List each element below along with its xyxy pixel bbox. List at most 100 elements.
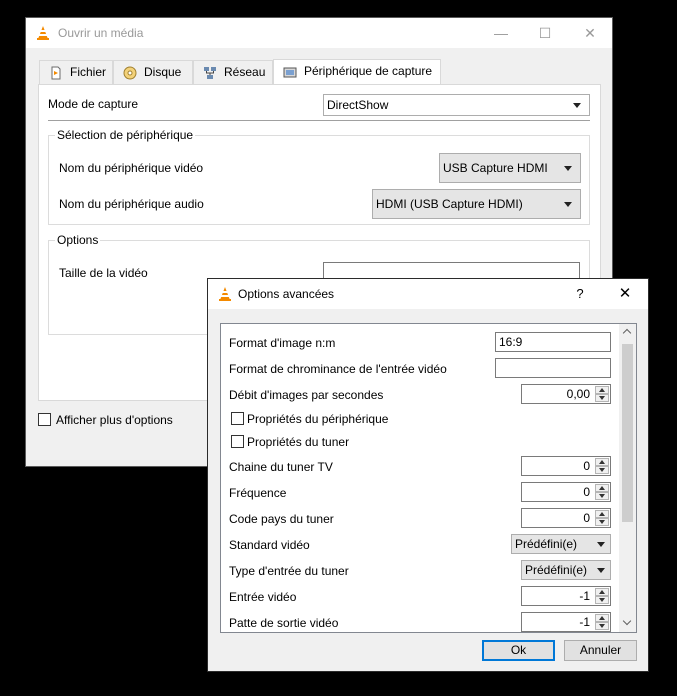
- tab-reseau[interactable]: Réseau: [193, 60, 273, 84]
- spin-down-icon[interactable]: [595, 596, 609, 604]
- capture-mode-label: Mode de capture: [48, 97, 139, 111]
- tab-label: Réseau: [224, 65, 266, 79]
- country-code-spinbox[interactable]: 0: [521, 508, 611, 528]
- spin-down-icon[interactable]: [595, 622, 609, 630]
- video-size-label: Taille de la vidéo: [59, 266, 148, 280]
- audio-device-value: HDMI (USB Capture HDMI): [376, 197, 523, 211]
- chevron-down-icon: [597, 542, 605, 547]
- spin-buttons[interactable]: [595, 510, 609, 526]
- frequency-label: Fréquence: [229, 486, 287, 500]
- chevron-down-icon: [597, 568, 605, 573]
- spin-buttons[interactable]: [595, 386, 609, 402]
- scroll-down-icon[interactable]: [619, 615, 636, 632]
- maximize-button[interactable]: ☐: [530, 22, 560, 44]
- spin-buttons[interactable]: [595, 588, 609, 604]
- tuner-input-type-label: Type d'entrée du tuner: [229, 564, 349, 578]
- vlc-cone-icon: [35, 25, 51, 44]
- chroma-input[interactable]: [495, 358, 611, 378]
- vertical-scrollbar[interactable]: [619, 324, 636, 632]
- spin-down-icon[interactable]: [595, 394, 609, 402]
- video-output-pin-spinbox[interactable]: -1: [521, 612, 611, 632]
- tuner-input-type-select[interactable]: Prédéfini(e): [521, 560, 611, 580]
- help-button[interactable]: ?: [565, 283, 595, 305]
- scroll-up-icon[interactable]: [619, 324, 636, 341]
- audio-device-select[interactable]: HDMI (USB Capture HDMI): [372, 189, 581, 219]
- vlc-cone-icon: [217, 286, 233, 305]
- chroma-label: Format de chrominance de l'entrée vidéo: [229, 362, 447, 376]
- fps-label: Débit d'images par secondes: [229, 388, 384, 402]
- main-window-title: Ouvrir un média: [58, 26, 144, 40]
- show-more-options-checkbox[interactable]: [38, 413, 51, 426]
- tab-label: Disque: [144, 65, 182, 79]
- cancel-button[interactable]: Annuler: [564, 640, 637, 661]
- fps-spinbox[interactable]: 0,00: [521, 384, 611, 404]
- country-code-value: 0: [583, 511, 590, 525]
- spin-up-icon[interactable]: [595, 484, 609, 492]
- video-input-value: -1: [579, 589, 590, 603]
- capture-device-icon: [283, 64, 297, 78]
- spin-up-icon[interactable]: [595, 614, 609, 622]
- spin-down-icon[interactable]: [595, 466, 609, 474]
- aspect-ratio-input[interactable]: 16:9: [495, 332, 611, 352]
- tuner-properties-checkbox[interactable]: [231, 435, 244, 448]
- main-titlebar: Ouvrir un média — ☐ ✕: [26, 18, 612, 48]
- capture-mode-value: DirectShow: [327, 98, 389, 112]
- advanced-options-panel: Format d'image n:m 16:9 Format de chromi…: [220, 323, 637, 633]
- device-selection-title: Sélection de périphérique: [55, 128, 196, 142]
- tab-disque[interactable]: Disque: [113, 60, 193, 84]
- tuner-properties-label: Propriétés du tuner: [247, 435, 350, 449]
- video-standard-value: Prédéfini(e): [515, 537, 578, 551]
- ok-button[interactable]: Ok: [482, 640, 555, 661]
- close-button[interactable]: ✕: [610, 283, 640, 305]
- video-input-label: Entrée vidéo: [229, 590, 297, 604]
- minimize-button[interactable]: —: [486, 22, 516, 44]
- video-input-spinbox[interactable]: -1: [521, 586, 611, 606]
- device-properties-checkbox[interactable]: [231, 412, 244, 425]
- spin-buttons[interactable]: [595, 458, 609, 474]
- frequency-value: 0: [583, 485, 590, 499]
- video-output-pin-label: Patte de sortie vidéo: [229, 616, 339, 630]
- video-device-value: USB Capture HDMI: [443, 161, 548, 175]
- advanced-options-dialog: Options avancées ? ✕ Format d'image n:m …: [207, 278, 649, 672]
- spin-buttons[interactable]: [595, 614, 609, 630]
- tab-label: Fichier: [70, 65, 107, 79]
- video-output-pin-value: -1: [579, 615, 590, 629]
- show-more-options-label: Afficher plus d'options: [56, 413, 173, 427]
- tab-label: Périphérique de capture: [304, 64, 433, 78]
- video-device-label: Nom du périphérique vidéo: [59, 161, 204, 175]
- tuner-input-type-value: Prédéfini(e): [525, 563, 588, 577]
- country-code-label: Code pays du tuner: [229, 512, 334, 526]
- disc-icon: [123, 65, 137, 80]
- spin-up-icon[interactable]: [595, 386, 609, 394]
- chevron-down-icon: [573, 103, 581, 108]
- device-selection-group: Sélection de périphérique Nom du périphé…: [48, 128, 590, 225]
- video-standard-select[interactable]: Prédéfini(e): [511, 534, 611, 554]
- tab-peripherique-capture[interactable]: Périphérique de capture: [273, 59, 441, 85]
- video-device-select[interactable]: USB Capture HDMI: [439, 153, 581, 183]
- spin-up-icon[interactable]: [595, 458, 609, 466]
- tv-channel-spinbox[interactable]: 0: [521, 456, 611, 476]
- divider: [48, 120, 590, 121]
- tab-fichier[interactable]: Fichier: [39, 60, 113, 84]
- scroll-thumb[interactable]: [622, 344, 633, 522]
- audio-device-label: Nom du périphérique audio: [59, 197, 204, 211]
- spin-down-icon[interactable]: [595, 492, 609, 500]
- frequency-spinbox[interactable]: 0: [521, 482, 611, 502]
- spin-up-icon[interactable]: [595, 588, 609, 596]
- capture-mode-select[interactable]: DirectShow: [323, 94, 590, 116]
- network-icon: [203, 65, 217, 79]
- tv-channel-value: 0: [583, 459, 590, 473]
- device-properties-label: Propriétés du périphérique: [247, 412, 389, 426]
- options-title: Options: [55, 233, 101, 247]
- spin-down-icon[interactable]: [595, 518, 609, 526]
- aspect-ratio-label: Format d'image n:m: [229, 336, 336, 350]
- spin-buttons[interactable]: [595, 484, 609, 500]
- video-standard-label: Standard vidéo: [229, 538, 310, 552]
- close-button[interactable]: ✕: [575, 22, 605, 44]
- advanced-dialog-title: Options avancées: [238, 287, 335, 301]
- file-icon: [49, 65, 63, 80]
- advanced-titlebar: Options avancées ? ✕: [208, 279, 648, 309]
- fps-value: 0,00: [566, 387, 590, 401]
- tv-channel-label: Chaine du tuner TV: [229, 460, 333, 474]
- spin-up-icon[interactable]: [595, 510, 609, 518]
